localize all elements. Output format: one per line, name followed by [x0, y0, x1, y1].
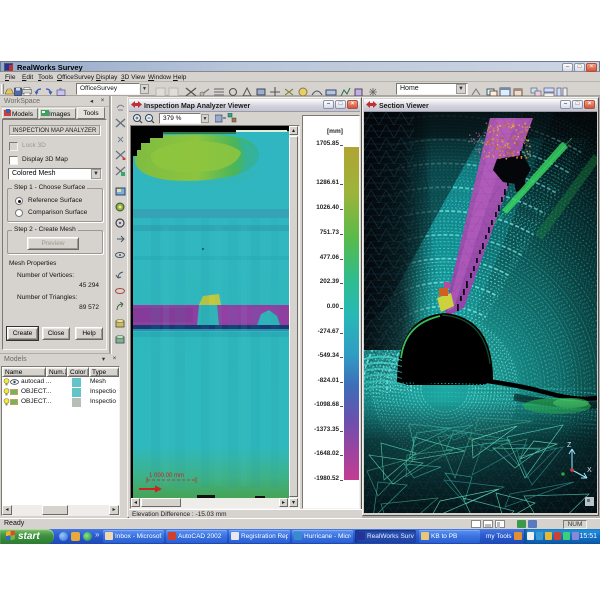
- svg-text:1 000.00 mm: 1 000.00 mm: [149, 473, 184, 479]
- svg-text:Z: Z: [567, 442, 572, 449]
- svg-text:X: X: [587, 467, 592, 474]
